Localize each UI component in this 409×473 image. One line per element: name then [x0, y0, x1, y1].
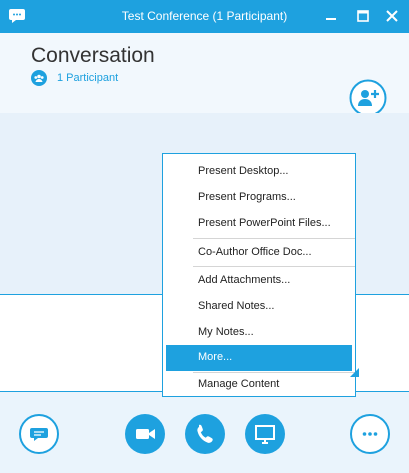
menu-item-manage-content[interactable]: Manage Content: [166, 372, 352, 398]
menu-item-label: More...: [198, 351, 233, 363]
conversation-window: Test Conference (1 Participant) Conversa…: [0, 0, 409, 473]
menu-separator: [193, 238, 355, 239]
menu-item-label: Present Programs...: [198, 191, 296, 203]
close-icon[interactable]: [382, 6, 402, 26]
menu-item-coauthor-office-doc[interactable]: Co-Author Office Doc...: [166, 240, 352, 266]
menu-item-shared-notes[interactable]: Shared Notes...: [166, 294, 352, 320]
menu-item-label: Shared Notes...: [198, 300, 275, 312]
more-options-icon[interactable]: [350, 414, 390, 454]
page-title: Conversation: [31, 44, 155, 67]
menu-item-my-notes[interactable]: My Notes...: [166, 320, 352, 346]
menu-item-present-powerpoint[interactable]: Present PowerPoint Files...: [166, 211, 352, 237]
menu-item-present-desktop[interactable]: Present Desktop...: [166, 159, 352, 185]
title-bar[interactable]: Test Conference (1 Participant): [0, 0, 409, 33]
participants-label: 1 Participant: [57, 72, 119, 84]
menu-item-label: Co-Author Office Doc...: [198, 246, 312, 258]
phone-icon[interactable]: [185, 414, 225, 454]
participants-link[interactable]: 1 Participant: [31, 70, 118, 86]
add-people-icon[interactable]: [349, 79, 387, 117]
present-screen-icon[interactable]: [245, 414, 285, 454]
maximize-icon[interactable]: [353, 6, 373, 26]
menu-item-label: My Notes...: [198, 326, 254, 338]
menu-item-more[interactable]: More...: [166, 345, 352, 371]
menu-pointer: [350, 368, 359, 377]
menu-item-present-programs[interactable]: Present Programs...: [166, 185, 352, 211]
menu-separator: [193, 266, 355, 267]
chat-icon[interactable]: [19, 414, 59, 454]
menu-item-label: Present Desktop...: [198, 165, 289, 177]
video-icon[interactable]: [125, 414, 165, 454]
participants-icon: [31, 70, 47, 86]
menu-item-add-attachments[interactable]: Add Attachments...: [166, 268, 352, 294]
conversation-header: Conversation 1 Participant: [0, 33, 409, 129]
minimize-icon[interactable]: [321, 6, 341, 26]
menu-item-label: Manage Content: [198, 378, 280, 390]
menu-item-label: Present PowerPoint Files...: [198, 217, 331, 229]
window-title: Test Conference (1 Participant): [121, 9, 288, 23]
present-menu: Present Desktop... Present Programs... P…: [162, 153, 356, 397]
menu-item-label: Add Attachments...: [198, 274, 291, 286]
